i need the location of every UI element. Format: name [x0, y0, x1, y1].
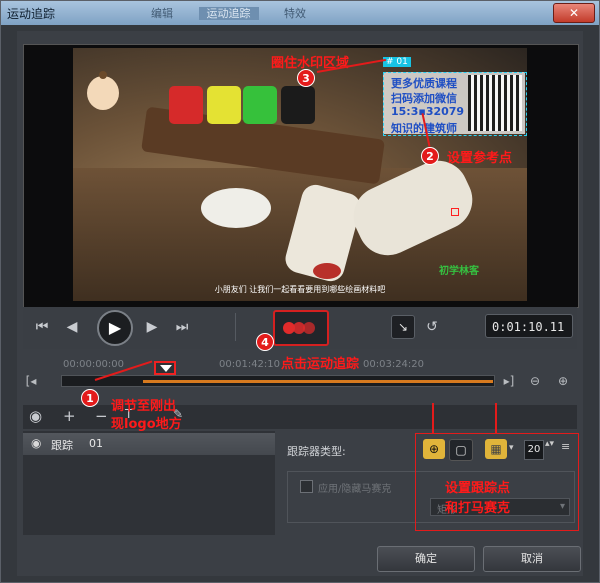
motion-tracking-window: 运动追踪 编辑 运动追踪 特效 ✕ 更多优质课程 扫码添加微信 15:3▪320…	[0, 0, 600, 583]
tab-edit[interactable]: 编辑	[151, 7, 173, 20]
tab-motion[interactable]: 运动追踪	[198, 7, 259, 20]
tracker-number: 01	[89, 437, 103, 450]
close-button[interactable]: ✕	[553, 3, 595, 23]
tracking-region[interactable]	[383, 72, 527, 136]
play-button[interactable]: ▶	[97, 310, 133, 346]
annotation-1-badge: 1	[81, 389, 99, 407]
annotation-5-arrow-a	[432, 403, 434, 433]
annotation-4-badge: 4	[256, 333, 274, 351]
video-preview[interactable]: 更多优质课程 扫码添加微信 15:3▪32079 知识的建筑师 # 01 初学林…	[73, 48, 527, 301]
motion-track-icon-dot3	[303, 322, 315, 334]
step-back-icon[interactable]: ◀	[61, 316, 83, 338]
title-bar: 运动追踪 编辑 运动追踪 特效 ✕	[1, 1, 599, 25]
reference-point[interactable]	[451, 208, 459, 216]
yellow-paint-jar	[207, 86, 241, 124]
tracker-tag: # 01	[383, 57, 411, 67]
window-title: 运动追踪	[7, 7, 56, 21]
red-paint-jar	[169, 86, 203, 124]
black-paint-jar	[281, 86, 315, 124]
connect-icon[interactable]: ↘	[391, 315, 415, 339]
tracker-list: ◉ 跟踪 01	[23, 431, 275, 535]
list-item[interactable]: ◉ 跟踪 01	[23, 433, 275, 455]
skip-start-icon[interactable]: ⏮	[31, 316, 53, 338]
annotation-5-text-2: 和打马赛克	[445, 501, 511, 516]
step-forward-icon[interactable]: ▶	[141, 316, 163, 338]
playback-controls: ⏮ ◀ ▶ ▶ ⏭ ↘ ↺ 0:01:10.11	[23, 307, 577, 349]
apply-mosaic-label: 应用/隐藏马赛克	[318, 484, 392, 495]
separator	[235, 313, 236, 341]
timeline-progress	[143, 380, 493, 383]
ok-button[interactable]: 确定	[377, 546, 475, 572]
white-dish	[201, 188, 271, 228]
add-icon[interactable]: +	[63, 407, 76, 425]
red-cup	[313, 263, 341, 279]
zoom-in-icon[interactable]: ⊕	[555, 373, 571, 389]
mark-in-icon[interactable]: [◂	[23, 373, 39, 389]
annotation-2-text: 设置参考点	[447, 151, 513, 166]
mark-out-icon[interactable]: ▸]	[501, 373, 517, 389]
video-subtitle: 小朋友们 让我们一起看看要用到哪些绘画材料吧	[214, 285, 386, 294]
zoom-out-icon[interactable]: ⊖	[527, 373, 543, 389]
apply-mosaic-checkbox[interactable]	[300, 480, 313, 493]
annotation-3-badge: 3	[297, 69, 315, 87]
tab-effects[interactable]: 特效	[284, 7, 306, 20]
tracker-name: 跟踪	[51, 439, 73, 452]
tracker-type-label: 跟踪器类型:	[287, 445, 346, 458]
green-logo: 初学林客	[439, 266, 479, 277]
playhead[interactable]	[154, 361, 176, 375]
eye-icon[interactable]: ◉	[29, 407, 42, 425]
track-toolbar: ◉ + − T ✎	[23, 405, 577, 429]
background-tabs: 编辑 运动追踪 特效	[151, 5, 328, 21]
mascot-logo	[87, 71, 119, 110]
annotation-1-text: 调节至刚出	[111, 399, 177, 414]
cancel-button[interactable]: 取消	[483, 546, 581, 572]
tick-label-3: 00:03:24:20	[363, 359, 425, 370]
skip-end-icon[interactable]: ⏭	[171, 316, 193, 338]
annotation-1-text-2: 现logo地方	[111, 417, 182, 432]
annotation-5-arrow-b	[495, 403, 497, 433]
remove-icon[interactable]: −	[95, 407, 108, 425]
visible-eye-icon[interactable]: ◉	[31, 436, 41, 450]
tick-label-2: 00:01:42:10	[219, 359, 281, 370]
annotation-4-text: 点击运动追踪	[281, 357, 360, 372]
timecode-display[interactable]: 0:01:10.11	[485, 314, 573, 338]
history-icon[interactable]: ↺	[421, 316, 443, 338]
annotation-2-badge: 2	[421, 147, 439, 165]
tick-label-1: 00:00:00:00	[63, 359, 125, 370]
annotation-5-text: 设置跟踪点	[445, 481, 511, 496]
motion-track-button[interactable]	[273, 310, 329, 346]
green-paint-jar	[243, 86, 277, 124]
